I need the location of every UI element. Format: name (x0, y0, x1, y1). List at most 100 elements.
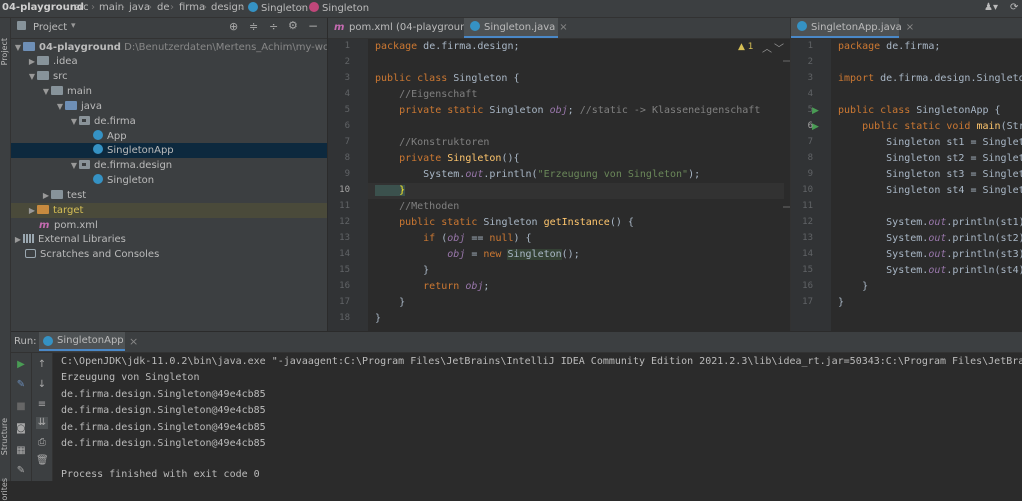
tree-item-singleton[interactable]: Singleton (11, 173, 327, 188)
tree-item-test[interactable]: ▶ test (11, 188, 327, 203)
code-token: out (928, 217, 947, 228)
tree-item-label: pom.xml (54, 220, 98, 231)
project-view-selector[interactable]: Project (33, 22, 67, 33)
expand-all-icon[interactable]: ÷ (269, 20, 278, 33)
console-line: de.firma.design.Singleton@49e4cb85 (61, 422, 266, 433)
tab-singletonapp-java[interactable]: SingletonApp.java × (791, 18, 914, 38)
console-line: de.firma.design.Singleton@49e4cb85 (61, 438, 266, 449)
tree-item-singletonapp[interactable]: SingletonApp (11, 143, 327, 158)
chevron-down-icon[interactable]: ﹀ (774, 40, 784, 55)
code-token: out (928, 265, 947, 276)
breadcrumb-project[interactable]: 04-playground (2, 2, 84, 13)
tree-item-src[interactable]: ▼ src (11, 69, 327, 84)
gear-icon[interactable]: ⚙ (288, 19, 298, 32)
chevron-down-icon: ▼ (28, 72, 36, 81)
line-number: 6 (807, 121, 813, 131)
code-token: package (838, 41, 881, 52)
code-line: if (obj == null) { (375, 231, 531, 247)
project-tool-tab[interactable]: Project (0, 38, 10, 65)
breadcrumb-java[interactable]: java (129, 2, 150, 13)
stop-icon[interactable]: ■ (15, 401, 27, 413)
current-line-highlight (368, 183, 784, 199)
minimize-icon[interactable]: − (308, 19, 318, 33)
warning-indicator[interactable]: ▲ 1 (738, 42, 754, 52)
tree-item-main[interactable]: ▼ main (11, 84, 327, 99)
tree-item-idea[interactable]: ▶ .idea (11, 54, 327, 69)
tree-item-app[interactable]: App (11, 129, 327, 144)
console-line: de.firma.design.Singleton@49e4cb85 (61, 405, 266, 416)
scroll-to-end-icon[interactable]: ⇊ (36, 417, 48, 429)
code-token: public class (375, 73, 448, 84)
breadcrumb-firma[interactable]: firma (179, 2, 205, 13)
tree-item-de-firma-design[interactable]: ▼ de.firma.design (11, 158, 327, 173)
chevron-down-icon: ▼ (14, 43, 22, 52)
pin-icon[interactable]: ✎ (15, 465, 27, 477)
tree-item-label: target (53, 205, 84, 216)
locate-icon[interactable]: ⊕ (229, 20, 238, 33)
run-gutter-icon[interactable]: ▶ (812, 122, 819, 132)
code-line: System.out.println(st3) (838, 247, 1022, 263)
arrow-down-icon[interactable]: ↓ (36, 379, 48, 391)
breadcrumb-de[interactable]: de (157, 2, 170, 13)
tree-item-java[interactable]: ▼ java (11, 99, 327, 114)
code-line: Singleton st4 = Singlet (838, 185, 1022, 196)
chevron-right-icon: › (91, 2, 95, 13)
structure-tool-tab[interactable]: Structure (0, 418, 10, 455)
camera-icon[interactable]: ◙ (15, 423, 27, 435)
line-number: 16 (339, 281, 350, 291)
code-token: (Str (1000, 121, 1022, 132)
run-panel-header: Run: SingletonApp × (11, 332, 1022, 353)
close-icon[interactable]: × (559, 22, 567, 33)
line-number: 11 (802, 201, 813, 211)
line-number: 3 (807, 73, 813, 83)
close-icon[interactable]: × (906, 22, 914, 33)
print-icon[interactable]: ⎙ (36, 437, 48, 449)
class-icon (93, 130, 103, 140)
run-config-tab[interactable]: SingletonApp (39, 332, 125, 351)
code-token: } (375, 185, 406, 196)
settings-icon[interactable]: ⟳ (1010, 2, 1018, 13)
tree-item-target[interactable]: ▶ target (11, 203, 327, 218)
line-number: 15 (339, 265, 350, 275)
line-number: 11 (339, 201, 350, 211)
tab-singleton-java[interactable]: Singleton.java × (464, 18, 568, 38)
tab-label: pom.xml (04-playground) (349, 22, 477, 33)
console-output[interactable]: C:\OpenJDK\jdk-11.0.2\bin\java.exe "-jav… (53, 353, 1022, 481)
code-line: System.out.println(st1) (838, 215, 1022, 231)
code-token: "Erzeugung von Singleton" (537, 169, 689, 180)
wrench-icon[interactable]: ✎ (15, 379, 27, 391)
code-line: } (375, 313, 382, 324)
tree-item-pom[interactable]: m pom.xml (11, 218, 327, 233)
collapse-all-icon[interactable]: ≑ (249, 20, 258, 33)
breadcrumb-src[interactable]: src (74, 2, 89, 13)
layout-icon[interactable]: ▦ (15, 445, 27, 457)
console-line: C:\OpenJDK\jdk-11.0.2\bin\java.exe "-jav… (61, 356, 1022, 367)
trash-icon[interactable]: 🗑 (36, 455, 49, 467)
soft-wrap-icon[interactable]: ≡ (36, 399, 48, 411)
chevron-down-icon[interactable]: ▾ (71, 21, 76, 31)
code-line: private Singleton(){ (375, 151, 519, 167)
tree-item-scratches[interactable]: Scratches and Consoles (11, 247, 327, 262)
breadcrumb-method[interactable]: Singleton (309, 2, 369, 14)
favorites-tool-tab[interactable]: orites (0, 478, 10, 501)
code-token: getInstance (543, 217, 610, 228)
arrow-up-icon[interactable]: ↑ (36, 359, 48, 371)
close-icon[interactable]: × (129, 335, 138, 348)
rerun-icon[interactable]: ▶ (15, 359, 27, 371)
folder-icon (37, 56, 49, 65)
line-number: 16 (802, 281, 813, 291)
chevron-down-icon: ▼ (42, 87, 50, 96)
scroll-marker (783, 60, 790, 62)
line-number: 14 (802, 249, 813, 259)
chevron-up-icon[interactable]: ︿ (762, 40, 772, 55)
tab-label: Singleton.java (484, 22, 556, 33)
left-tool-stripe: Project Structure orites (0, 18, 11, 501)
tree-item-de-firma[interactable]: ▼ de.firma (11, 114, 327, 129)
code-line: public class Singleton { (375, 71, 520, 87)
user-icon[interactable]: ♟▾ (984, 2, 998, 13)
tab-pom-xml[interactable]: mpom.xml (04-playground)× (328, 18, 489, 38)
tree-item-external-libraries[interactable]: ▶ External Libraries (11, 232, 327, 247)
tree-item-project-root[interactable]: ▼ 04-playground D:\Benutzerdaten\Mertens_… (11, 40, 327, 55)
run-gutter-icon[interactable]: ▶ (812, 106, 819, 116)
run-toolbar-right: ↑ ↓ ≡ ⇊ ⎙ 🗑 (32, 353, 53, 481)
